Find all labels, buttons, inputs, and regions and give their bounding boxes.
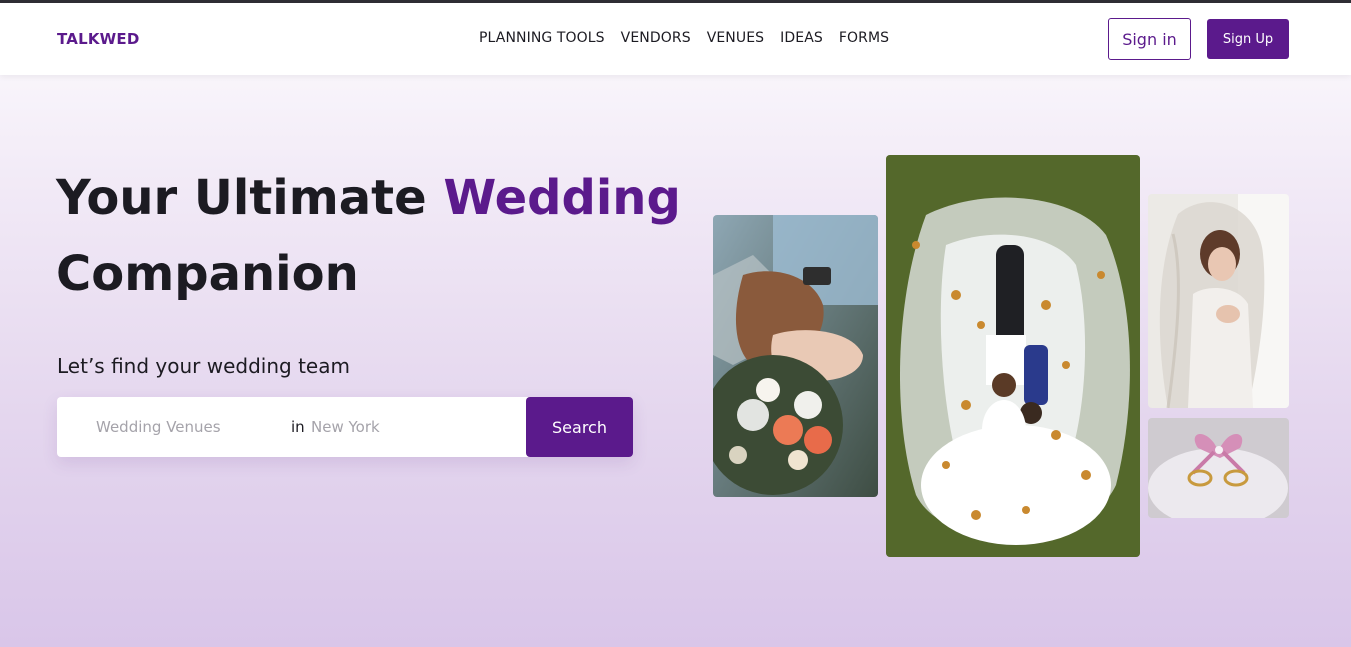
sign-up-button[interactable]: Sign Up	[1207, 19, 1289, 59]
search-bar: in Search	[57, 397, 633, 457]
couple-lying-on-grass-photo	[886, 155, 1140, 557]
nav-planning-tools[interactable]: PLANNING TOOLS	[479, 30, 605, 46]
nav-ideas[interactable]: IDEAS	[780, 30, 823, 46]
hero-title-prefix: Your Ultimate	[56, 170, 444, 226]
hands-bouquet-photo	[713, 215, 878, 497]
logo[interactable]: TALKWED	[57, 30, 140, 48]
location-input[interactable]	[311, 412, 511, 442]
hero-subtitle: Let’s find your wedding team	[57, 354, 350, 378]
vendor-type-input[interactable]	[96, 412, 276, 442]
sign-in-button[interactable]: Sign in	[1108, 18, 1191, 60]
hero-title: Your Ultimate Wedding Companion	[56, 160, 696, 312]
main-nav: PLANNING TOOLS VENDORS VENUES IDEAS FORM…	[479, 30, 889, 46]
hero-title-suffix: Companion	[56, 246, 359, 302]
nav-forms[interactable]: FORMS	[839, 30, 889, 46]
nav-vendors[interactable]: VENDORS	[621, 30, 691, 46]
hero-title-accent: Wedding	[443, 170, 681, 226]
rings-pillow-photo	[1148, 418, 1289, 518]
search-in-label: in	[291, 418, 305, 436]
search-button[interactable]: Search	[526, 397, 633, 457]
bride-veil-photo	[1148, 194, 1289, 408]
site-header: TALKWED PLANNING TOOLS VENDORS VENUES ID…	[0, 3, 1351, 75]
nav-venues[interactable]: VENUES	[707, 30, 764, 46]
